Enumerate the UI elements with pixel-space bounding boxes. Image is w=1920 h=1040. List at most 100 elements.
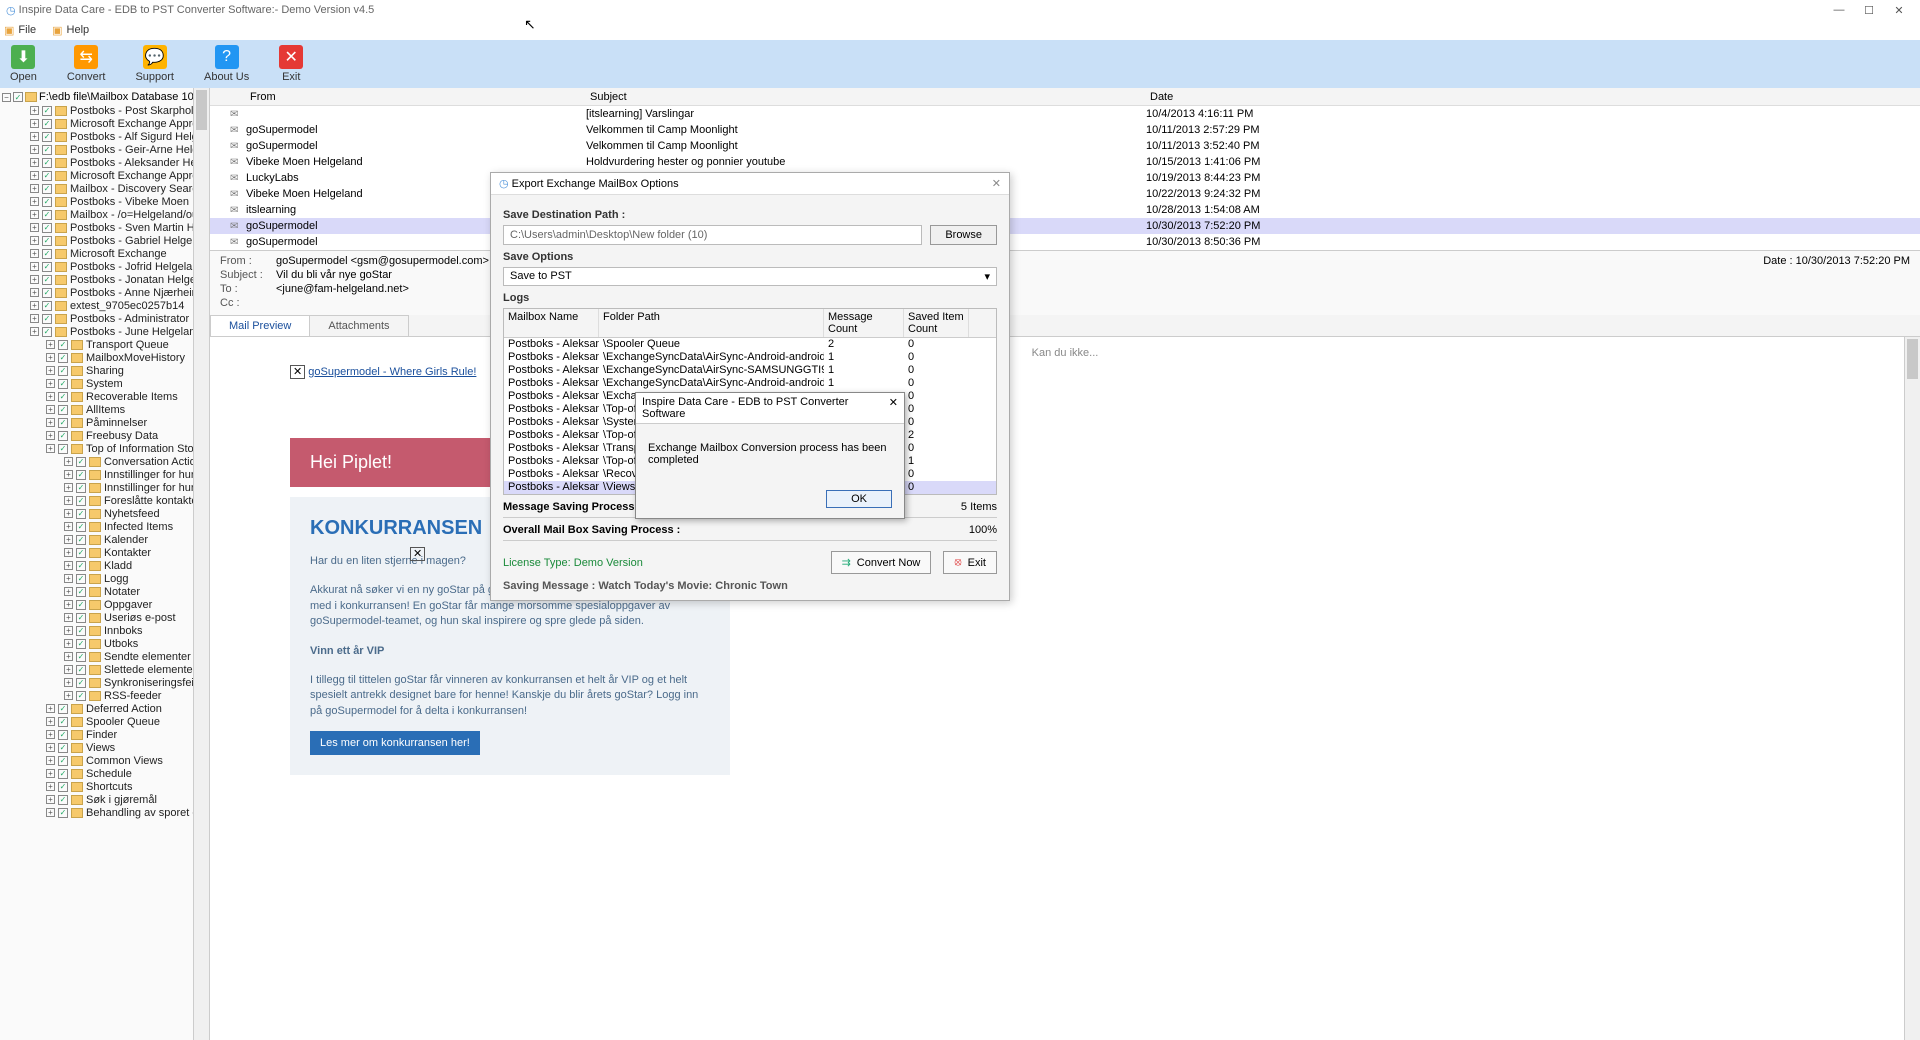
table-row[interactable]: ✉[itslearning] Varslingar10/4/2013 4:16:… (210, 106, 1920, 122)
tab-attachments[interactable]: Attachments (309, 315, 408, 336)
expand-icon[interactable]: + (30, 288, 39, 297)
col-from[interactable]: From (250, 91, 590, 103)
checkbox[interactable]: ✓ (76, 561, 86, 571)
tree-item[interactable]: +✓Innboks (2, 624, 207, 637)
checkbox[interactable]: ✓ (58, 808, 68, 818)
tree-item[interactable]: +✓Microsoft Exchange Approval Assis (2, 117, 207, 130)
about-button[interactable]: ?About Us (204, 45, 249, 83)
checkbox[interactable]: ✓ (76, 652, 86, 662)
tree-item[interactable]: +✓Søk i gjøremål (2, 793, 207, 806)
checkbox[interactable]: ✓ (76, 535, 86, 545)
checkbox[interactable]: ✓ (58, 730, 68, 740)
tree-item[interactable]: +✓RSS-feeder (2, 689, 207, 702)
expand-icon[interactable]: + (64, 509, 73, 518)
expand-icon[interactable]: + (64, 574, 73, 583)
expand-icon[interactable]: + (64, 561, 73, 570)
support-button[interactable]: 💬Support (135, 45, 174, 83)
tree-item[interactable]: +✓Utboks (2, 637, 207, 650)
tree-item[interactable]: +✓Top of Information Store (2, 442, 207, 455)
expand-icon[interactable]: + (46, 353, 55, 362)
checkbox[interactable]: ✓ (58, 444, 68, 454)
log-row[interactable]: Postboks - Aleksande...\ExchangeSyncData… (504, 351, 996, 364)
expand-icon[interactable]: + (46, 340, 55, 349)
expand-icon[interactable]: + (46, 392, 55, 401)
expand-icon[interactable]: + (30, 106, 39, 115)
col-subject[interactable]: Subject (590, 91, 1150, 103)
checkbox[interactable]: ✓ (58, 340, 68, 350)
tree-item[interactable]: +✓Oppgaver (2, 598, 207, 611)
checkbox[interactable]: ✓ (58, 418, 68, 428)
tree-item[interactable]: +✓Kladd (2, 559, 207, 572)
checkbox[interactable]: ✓ (76, 496, 86, 506)
tree-item[interactable]: +✓Schedule (2, 767, 207, 780)
convert-button[interactable]: ⇆Convert (67, 45, 106, 83)
checkbox[interactable]: ✓ (58, 782, 68, 792)
tree-item[interactable]: +✓Microsoft Exchange (2, 247, 207, 260)
expand-icon[interactable]: + (46, 444, 55, 453)
checkbox[interactable]: ✓ (42, 184, 52, 194)
expand-icon[interactable]: + (30, 327, 39, 336)
save-path-input[interactable]: C:\Users\admin\Desktop\New folder (10) (503, 225, 922, 245)
expand-icon[interactable]: + (30, 184, 39, 193)
checkbox[interactable]: ✓ (76, 457, 86, 467)
table-row[interactable]: ✉goSupermodel 10/30/2013 7:52:20 PM (210, 218, 1920, 234)
save-options-select[interactable]: Save to PST▾ (503, 267, 997, 286)
expand-icon[interactable]: + (46, 366, 55, 375)
expand-icon[interactable]: + (64, 652, 73, 661)
tree-item[interactable]: +✓Nyhetsfeed (2, 507, 207, 520)
checkbox[interactable]: ✓ (58, 431, 68, 441)
table-row[interactable]: ✉goSupermodel 10/30/2013 8:50:36 PM (210, 234, 1920, 250)
expand-icon[interactable]: + (30, 275, 39, 284)
checkbox[interactable]: ✓ (42, 262, 52, 272)
tree-item[interactable]: +✓MailboxMoveHistory (2, 351, 207, 364)
checkbox[interactable]: ✓ (42, 236, 52, 246)
maximize-button[interactable]: ☐ (1854, 4, 1884, 17)
table-row[interactable]: ✉LuckyLabs 10/19/2013 8:44:23 PM (210, 170, 1920, 186)
expand-icon[interactable]: + (30, 158, 39, 167)
tree-item[interactable]: +✓Views (2, 741, 207, 754)
expand-icon[interactable]: + (30, 145, 39, 154)
expand-icon[interactable]: + (46, 717, 55, 726)
checkbox[interactable]: ✓ (76, 574, 86, 584)
checkbox[interactable]: ✓ (42, 275, 52, 285)
expand-icon[interactable]: + (46, 769, 55, 778)
checkbox[interactable]: ✓ (42, 158, 52, 168)
tree-item[interactable]: +✓Innstillinger for hurtigtrinn (2, 468, 207, 481)
checkbox[interactable]: ✓ (76, 470, 86, 480)
msgbox-close-icon[interactable]: ✕ (889, 396, 898, 420)
checkbox[interactable]: ✓ (58, 769, 68, 779)
expand-icon[interactable]: + (46, 808, 55, 817)
close-button[interactable]: ✕ (1884, 4, 1914, 17)
menu-help[interactable]: ▣Help (52, 24, 89, 37)
tree-root[interactable]: −✓F:\edb file\Mailbox Database 1053379..… (2, 90, 207, 104)
tree-item[interactable]: +✓Recoverable Items (2, 390, 207, 403)
tree-item[interactable]: +✓extest_9705ec0257b14 (2, 299, 207, 312)
tree-item[interactable]: +✓Conversation Action Settin (2, 455, 207, 468)
expand-icon[interactable]: + (30, 119, 39, 128)
expand-icon[interactable]: + (30, 301, 39, 310)
checkbox[interactable]: ✓ (58, 743, 68, 753)
ok-button[interactable]: OK (826, 490, 892, 508)
expand-icon[interactable]: + (64, 678, 73, 687)
tree-item[interactable]: +✓AllItems (2, 403, 207, 416)
tree-item[interactable]: +✓Sendte elementer (2, 650, 207, 663)
tree-item[interactable]: +✓Deferred Action (2, 702, 207, 715)
tree-item[interactable]: +✓Påminnelser (2, 416, 207, 429)
tree-item[interactable]: +✓Spooler Queue (2, 715, 207, 728)
preview-scrollbar[interactable] (1904, 337, 1920, 1040)
expand-icon[interactable]: + (64, 626, 73, 635)
table-row[interactable]: ✉Vibeke Moen Helgeland Holdvurdering hes… (210, 154, 1920, 170)
tree-item[interactable]: +✓Postboks - Sven Martin Helgeland (2, 221, 207, 234)
expand-icon[interactable]: + (46, 704, 55, 713)
expand-icon[interactable]: + (46, 795, 55, 804)
tree-item[interactable]: +✓Useriøs e-post (2, 611, 207, 624)
tree-item[interactable]: +✓Sharing (2, 364, 207, 377)
checkbox[interactable]: ✓ (76, 613, 86, 623)
tree-item[interactable]: +✓Postboks - Jonatan Helgeland (2, 273, 207, 286)
table-row[interactable]: ✉goSupermodel Velkommen til Camp Moonlig… (210, 138, 1920, 154)
checkbox[interactable]: ✓ (58, 405, 68, 415)
expand-icon[interactable]: + (30, 223, 39, 232)
checkbox[interactable]: ✓ (42, 288, 52, 298)
expand-icon[interactable]: + (64, 522, 73, 531)
checkbox[interactable]: ✓ (42, 132, 52, 142)
